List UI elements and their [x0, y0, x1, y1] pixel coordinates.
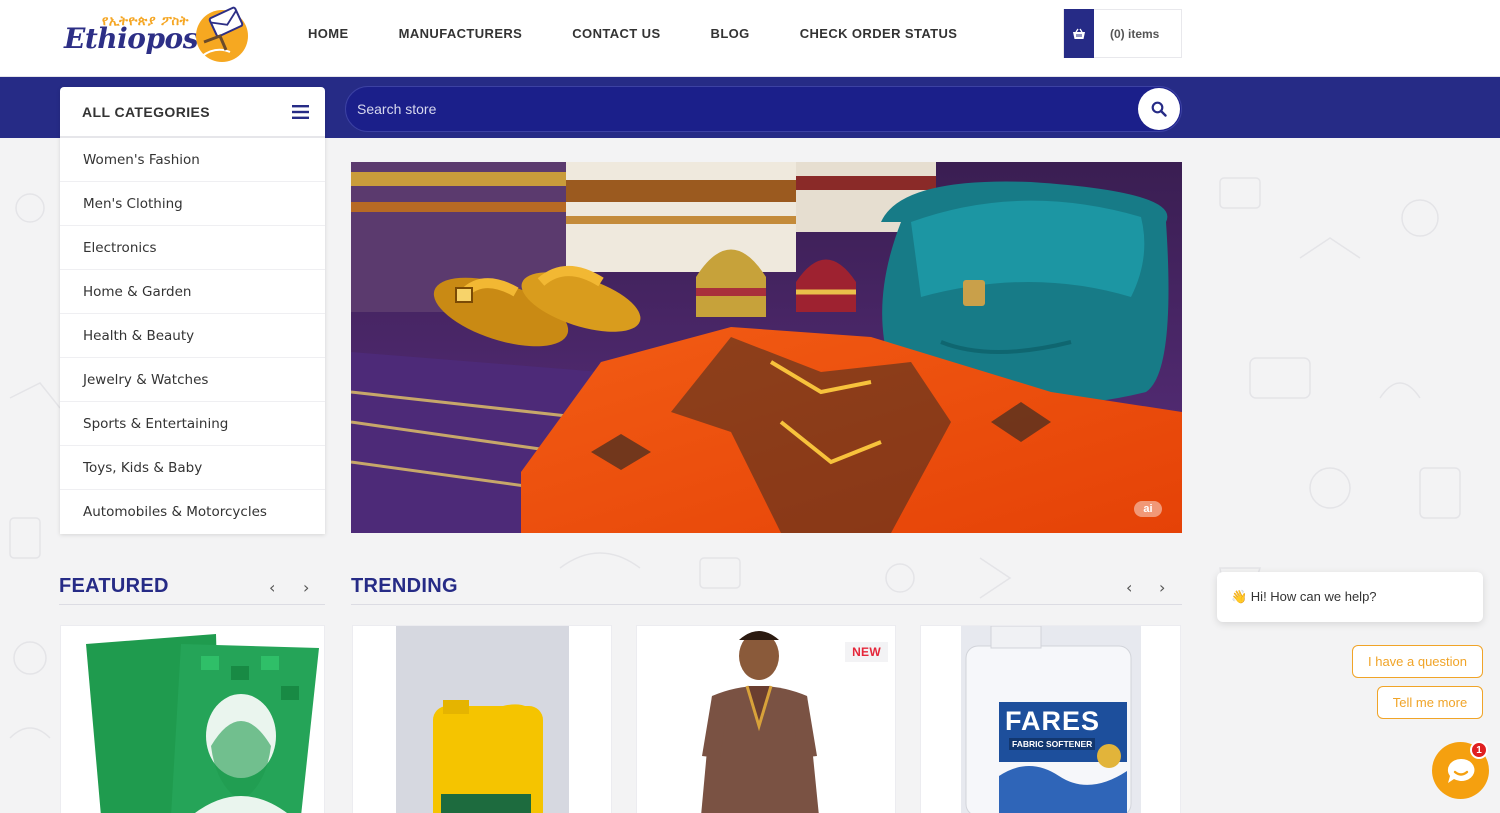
chat-option-tell-more[interactable]: Tell me more — [1377, 686, 1483, 719]
featured-product-card[interactable] — [60, 625, 325, 813]
logo-envelope-icon — [196, 6, 248, 62]
main-navigation: HOME MANUFACTURERS CONTACT US BLOG CHECK… — [308, 26, 957, 41]
chat-greeting-bubble: 👋 Hi! How can we help? — [1217, 572, 1483, 622]
category-health-beauty[interactable]: Health & Beauty — [60, 314, 325, 358]
chat-greeting-text: 👋 Hi! How can we help? — [1231, 589, 1377, 604]
category-home-garden[interactable]: Home & Garden — [60, 270, 325, 314]
featured-next-chevron-right-icon[interactable]: › — [303, 578, 309, 597]
search-icon — [1151, 101, 1167, 117]
categories-menu: ALL CATEGORIES Women's Fashion Men's Clo… — [60, 87, 325, 534]
search-box — [345, 86, 1182, 132]
search-input[interactable] — [357, 87, 1117, 131]
category-womens-fashion[interactable]: Women's Fashion — [60, 138, 325, 182]
trending-product-card-oil[interactable] — [352, 625, 612, 813]
chat-icon — [1447, 758, 1474, 783]
hero-image — [351, 162, 1182, 533]
new-badge: NEW — [845, 642, 888, 662]
trending-prev-chevron-left-icon[interactable]: ‹ — [1126, 578, 1132, 597]
category-list: Women's Fashion Men's Clothing Electroni… — [60, 138, 325, 534]
search-button[interactable] — [1138, 88, 1180, 130]
category-sports-entertaining[interactable]: Sports & Entertaining — [60, 402, 325, 446]
hero-banner[interactable]: ai — [351, 162, 1182, 533]
category-mens-clothing[interactable]: Men's Clothing — [60, 182, 325, 226]
categories-header[interactable]: ALL CATEGORIES — [60, 87, 325, 138]
ai-badge: ai — [1134, 501, 1162, 517]
site-header: የኢትዮጵያ ፖስት Ethiopost HOME MANUFACTURERS … — [0, 0, 1500, 77]
cart-item-count: (0) items — [1110, 26, 1160, 41]
product-sub-label: FABRIC SOFTENER — [1009, 738, 1096, 750]
category-electronics[interactable]: Electronics — [60, 226, 325, 270]
category-jewelry-watches[interactable]: Jewelry & Watches — [60, 358, 325, 402]
logo-text: Ethiopost — [64, 22, 211, 55]
featured-heading: FEATURED — [59, 575, 169, 597]
trending-divider — [351, 604, 1182, 605]
product-brand-label: FARES — [1005, 706, 1101, 736]
trending-product-card-softener[interactable]: FARES FABRIC SOFTENER — [920, 625, 1181, 813]
cooking-oil-product-image — [353, 626, 611, 813]
featured-divider — [59, 604, 325, 605]
featured-product-image — [61, 626, 324, 813]
shopping-cart-button[interactable]: (0) items — [1063, 9, 1182, 58]
chat-option-question[interactable]: I have a question — [1352, 645, 1483, 678]
nav-home[interactable]: HOME — [308, 26, 349, 41]
nav-contact-us[interactable]: CONTACT US — [572, 26, 660, 41]
nav-check-order-status[interactable]: CHECK ORDER STATUS — [800, 26, 958, 41]
categories-title: ALL CATEGORIES — [82, 103, 210, 120]
category-toys-kids-baby[interactable]: Toys, Kids & Baby — [60, 446, 325, 490]
nav-blog[interactable]: BLOG — [711, 26, 750, 41]
hamburger-icon[interactable] — [292, 104, 309, 119]
trending-heading: TRENDING — [351, 575, 458, 597]
trending-product-card-shirt[interactable]: NEW — [636, 625, 896, 813]
chat-unread-count: 1 — [1470, 741, 1488, 759]
featured-prev-chevron-left-icon[interactable]: ‹ — [269, 578, 275, 597]
nav-manufacturers[interactable]: MANUFACTURERS — [399, 26, 523, 41]
trending-next-chevron-right-icon[interactable]: › — [1159, 578, 1165, 597]
basket-icon — [1064, 9, 1094, 58]
category-automobiles-motorcycles[interactable]: Automobiles & Motorcycles — [60, 490, 325, 534]
ethiopost-logo[interactable]: የኢትዮጵያ ፖስት Ethiopost — [64, 6, 249, 66]
